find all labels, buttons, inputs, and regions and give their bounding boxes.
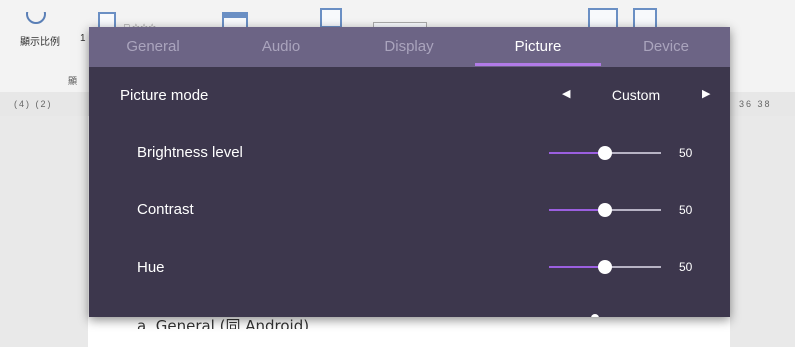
hue-slider[interactable] [549,260,661,274]
contrast-value: 50 [679,203,693,217]
ruler-marks-left: (4) (2) [14,99,53,109]
picture-mode-prev-icon[interactable]: ◀ [562,87,570,100]
picture-mode-label: Picture mode [120,87,209,104]
picture-mode-next-icon[interactable]: ▶ [702,87,710,100]
ruler-marks-right: 36 38 [739,99,772,109]
contrast-slider[interactable] [549,203,661,217]
hue-value: 50 [679,260,693,274]
ribbon-digit: 1 [80,33,86,44]
hue-label: Hue [137,259,165,276]
brightness-value: 50 [679,146,693,160]
picture-mode-value: Custom [611,87,661,103]
tab-general[interactable]: General [89,27,217,67]
page-margin-right [730,116,795,347]
page-icon [320,8,342,28]
tab-bar: General Audio Display Picture Device [89,27,730,67]
contrast-label: Contrast [137,201,194,218]
next-slider-thumb-peek [591,314,599,317]
ribbon-zoom-label: 顯示比例 [20,37,60,48]
page-margin-left [0,116,88,347]
tab-audio[interactable]: Audio [217,27,345,67]
hue-slider-fill [549,266,605,268]
hue-slider-thumb[interactable] [598,260,612,274]
active-tab-indicator [475,63,601,66]
contrast-slider-fill [549,209,605,211]
brightness-slider-thumb[interactable] [598,146,612,160]
settings-dialog: General Audio Display Picture Device Pic… [89,27,730,317]
brightness-slider-fill [549,152,605,154]
tab-display[interactable]: Display [345,27,473,67]
brightness-label: Brightness level [137,144,243,161]
brightness-slider[interactable] [549,146,661,160]
tab-picture[interactable]: Picture [474,27,602,67]
contrast-slider-thumb[interactable] [598,203,612,217]
tab-device[interactable]: Device [602,27,730,67]
ribbon-sub-label: 顯 [68,76,78,86]
document-body-text: a. General (同 Android) [137,317,310,329]
